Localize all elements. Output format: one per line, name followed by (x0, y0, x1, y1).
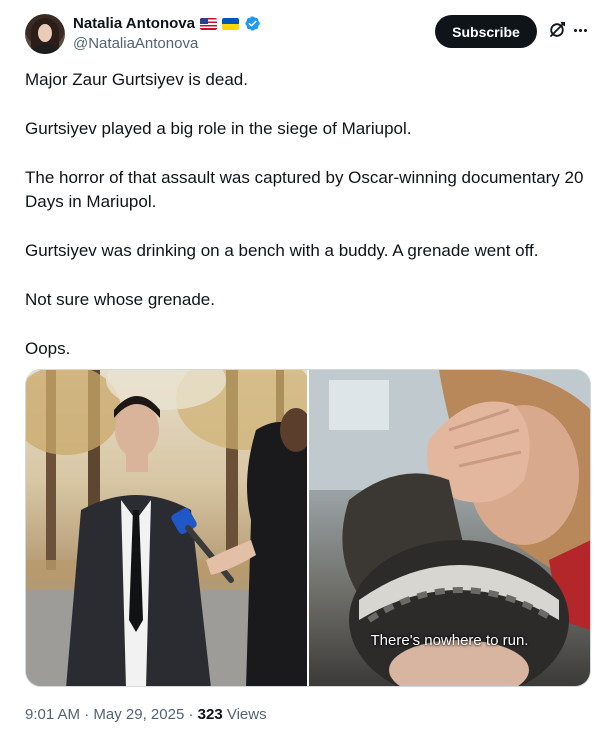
subscribe-button[interactable]: Subscribe (435, 15, 537, 48)
views-label: Views (226, 706, 267, 723)
verified-badge-icon[interactable] (244, 15, 261, 32)
more-options-icon[interactable] (570, 20, 590, 40)
tweet-paragraph: Gurtsiyev played a big role in the siege… (25, 119, 412, 138)
display-name[interactable]: Natalia Antonova (73, 15, 195, 32)
tweet-paragraph: Gurtsiyev was drinking on a bench with a… (25, 241, 539, 260)
grok-icon[interactable] (547, 20, 567, 40)
tweet-paragraph: Not sure whose grenade. (25, 290, 215, 309)
views-count: 323 (197, 706, 223, 723)
display-name-row: Natalia Antonova (73, 14, 261, 33)
ukraine-flag-icon (221, 17, 239, 30)
media-grid: There's nowhere to run. (25, 369, 591, 687)
avatar[interactable] (25, 14, 65, 54)
tweet-paragraph: Major Zaur Gurtsiyev is dead. (25, 70, 248, 89)
tweet-meta: 9:01 AM · May 29, 2025 · 323 Views (25, 706, 267, 723)
tweet-paragraph: The horror of that assault was captured … (25, 168, 584, 211)
video-caption: There's nowhere to run. (370, 632, 529, 649)
interview-photo[interactable] (26, 370, 307, 686)
tweet-paragraph: Oops. (25, 339, 71, 358)
author-names: Natalia Antonova @NataliaAntonova (73, 14, 261, 52)
tweet-date[interactable]: May 29, 2025 (93, 706, 184, 723)
tweet-time[interactable]: 9:01 AM (25, 706, 80, 723)
tweet-header: Natalia Antonova @NataliaAntonova Subscr… (25, 12, 587, 56)
meta-separator: · (188, 706, 194, 723)
author-handle[interactable]: @NataliaAntonova (73, 35, 261, 52)
interview-photo-art (26, 370, 307, 686)
tweet-text: Major Zaur Gurtsiyev is dead. Gurtsiyev … (25, 68, 585, 361)
documentary-still[interactable]: There's nowhere to run. (309, 370, 590, 686)
meta-separator: · (84, 706, 90, 723)
us-flag-icon (199, 17, 217, 30)
